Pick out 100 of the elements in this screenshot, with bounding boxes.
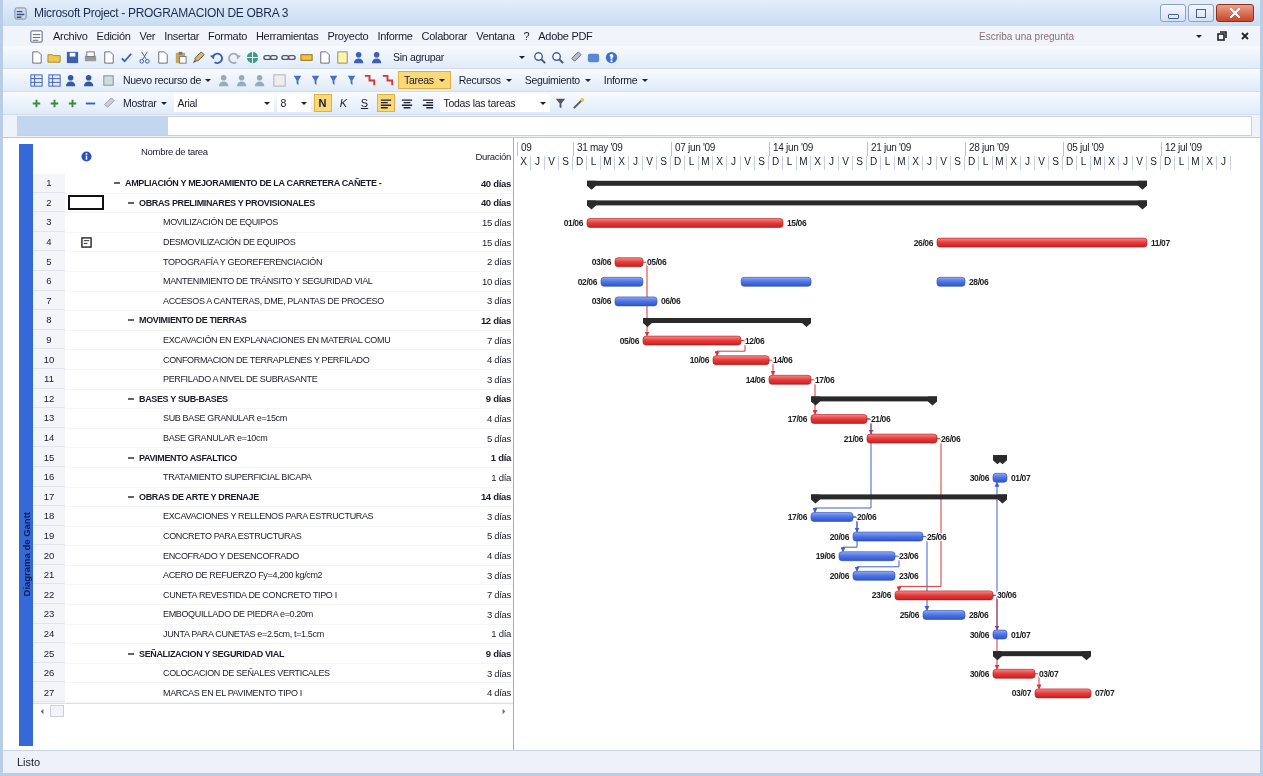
task-bar[interactable] (810, 512, 854, 522)
show-dropdown[interactable]: Mostrar (119, 94, 171, 112)
question-field[interactable]: Escriba una pregunta (977, 28, 1141, 44)
task-bar[interactable] (614, 257, 644, 267)
summary-bar[interactable] (811, 494, 1007, 504)
scroll-thumb[interactable] (50, 705, 64, 718)
table-icon[interactable] (47, 72, 62, 88)
save-icon[interactable] (65, 49, 80, 65)
table-row[interactable]: 10 CONFORMACION DE TERRAPLENES Y PERFILADO 4 días (33, 350, 513, 370)
summary-bar[interactable] (993, 651, 1091, 661)
font-size-dropdown[interactable]: 8 (276, 94, 311, 112)
menu-item[interactable]: Herramientas (255, 30, 319, 42)
wand-icon[interactable] (570, 95, 586, 111)
help-icon[interactable] (604, 49, 619, 65)
column-header[interactable]: Duración (475, 150, 511, 162)
guide-menu-button[interactable]: Tareas (398, 71, 451, 89)
zoom-in-icon[interactable] (532, 49, 547, 65)
task-bar[interactable] (894, 590, 994, 601)
menu-item[interactable]: Informe (377, 30, 413, 42)
table-row[interactable]: 3 MOVILIZACIÓN DE EQUIPOS 15 días (33, 213, 513, 233)
table-row[interactable]: 16 TRATAMIENTO SUPERFICIAL BICAPA 1 día (33, 467, 513, 488)
task-bar[interactable] (838, 551, 896, 561)
task-bar[interactable] (992, 629, 1008, 640)
font-dropdown[interactable]: Arial (173, 94, 274, 112)
table-row[interactable]: 8 MOVIMIENTO DE TIERRAS 12 días (33, 311, 513, 331)
task-bar[interactable] (740, 277, 812, 287)
guide-menu-button[interactable]: Recursos (453, 71, 517, 89)
menu-item[interactable]: Ver (139, 30, 156, 42)
table-row[interactable]: 15 PAVIMENTO ASFALTICO 1 día (33, 448, 513, 468)
document-icon[interactable] (29, 28, 44, 44)
table-row[interactable]: 25 SEÑALIZACION Y SEGURIDAD VIAL 9 días (33, 644, 513, 664)
menu-item[interactable]: Archivo (53, 30, 88, 42)
menu-item[interactable]: Proyecto (327, 30, 369, 42)
table-row[interactable]: 9 EXCAVACIÓN EN EXPLANACIONES EN MATERIAL COMU 7 días (33, 330, 513, 351)
task-bar[interactable] (936, 237, 1148, 248)
task-bar[interactable] (600, 277, 644, 287)
paste-icon[interactable] (173, 49, 188, 65)
italic-button[interactable]: K (334, 94, 353, 112)
table-row[interactable]: 22 CUNETA REVESTIDA DE CONCRETO TIPO I 7 días (33, 585, 513, 606)
summary-bar[interactable] (643, 318, 811, 327)
table-row[interactable]: 13 SUB BASE GRANULAR e=15cm 4 días (33, 409, 513, 429)
new-resource-button[interactable]: Nuevo recurso de (119, 71, 216, 89)
menu-item[interactable]: ? (523, 30, 530, 42)
close-button[interactable] (1216, 4, 1254, 22)
task-bar[interactable] (936, 277, 966, 287)
maximize-button[interactable] (1188, 4, 1214, 22)
menu-item[interactable]: Edición (96, 30, 131, 42)
task-bar[interactable] (614, 296, 658, 307)
guide-menu-button[interactable]: Seguimiento (519, 71, 596, 89)
summary-bar[interactable] (587, 180, 1147, 190)
minimize-button[interactable] (1160, 4, 1186, 22)
entry-field[interactable] (17, 116, 1252, 136)
underline-button[interactable]: S (355, 94, 374, 112)
table-row[interactable]: 11 PERFILADO A NIVEL DE SUBRASANTE 3 días (33, 369, 513, 390)
cut-icon[interactable] (137, 49, 152, 65)
hyperlink-icon[interactable] (245, 49, 260, 65)
task-bar[interactable] (992, 473, 1008, 483)
close-icon[interactable] (1240, 31, 1250, 41)
bold-button[interactable]: N (313, 94, 332, 112)
table-row[interactable]: 5 TOPOGRAFÍA Y GEOREFERENCIACIÓN 2 días (33, 252, 513, 272)
table-row[interactable]: 18 EXCAVACIONES Y RELLENOS PARA ESTRUCTURAS 3 días (33, 507, 513, 527)
zoom-out-icon[interactable] (550, 49, 565, 65)
summary-bar[interactable] (587, 200, 1147, 210)
task-bar[interactable] (922, 610, 966, 620)
table-row[interactable]: 27 MARCAS EN EL PAVIMENTO TIPO I 4 días (33, 683, 513, 704)
task-bar[interactable] (810, 414, 868, 424)
menu-item[interactable]: Formato (208, 30, 247, 42)
task-bar[interactable] (712, 355, 770, 365)
table-row[interactable]: 2 OBRAS PRELIMINARES Y PROVISIONALES 40 días (33, 193, 513, 214)
table-row[interactable]: 14 BASE GRANULAR e=10cm 5 días (33, 428, 513, 449)
menu-item[interactable]: Ventana (476, 30, 515, 42)
table-row[interactable]: 4 DESMOVILIZACIÓN DE EQUIPOS 15 días (33, 232, 513, 253)
menu-item[interactable]: Colaborar (421, 30, 468, 42)
group-dropdown[interactable]: Sin agrupar (389, 48, 529, 66)
task-bar[interactable] (852, 571, 896, 581)
table-row[interactable]: 7 ACCESOS A CANTERAS, DME, PLANTAS DE PROCESO 3 días (33, 291, 513, 312)
task-bar[interactable] (992, 669, 1036, 679)
task-bar[interactable] (642, 335, 742, 346)
filter-dropdown[interactable]: Todas las tareas (439, 94, 550, 112)
task-bar[interactable] (768, 375, 812, 385)
summary-bar[interactable] (993, 455, 1007, 465)
table-row[interactable]: 24 JUNTA PARA CUNETAS e=2.5cm, t=1.5cm 1 día (33, 624, 513, 645)
table-row[interactable]: 12 BASES Y SUB-BASES 9 días (33, 389, 513, 410)
task-bar[interactable] (866, 433, 938, 444)
new-document-icon[interactable] (29, 49, 44, 65)
table-row[interactable]: 26 COLOCACION DE SEÑALES VERTICALES 3 días (33, 663, 513, 684)
align-button[interactable] (376, 94, 395, 112)
task-bar[interactable] (1034, 688, 1092, 699)
restore-icon[interactable] (1217, 31, 1227, 41)
table-row[interactable]: 6 MANTENIMIENTO DE TRÁNSITO Y SEGURIDAD VIAL 10 días (33, 271, 513, 292)
table-row[interactable]: 19 CONCRETO PARA ESTRUCTURAS 5 días (33, 526, 513, 547)
scroll-right-icon[interactable] (500, 707, 507, 715)
menu-item[interactable]: Insertar (164, 30, 200, 42)
table-row[interactable]: 17 OBRAS DE ARTE Y DRENAJE 14 días (33, 487, 513, 508)
column-header[interactable]: Nombre de tarea (141, 146, 208, 157)
task-bar[interactable] (852, 531, 924, 542)
table-row[interactable]: 23 EMBOQUILLADO DE PIEDRA e=0.20m 3 días (33, 605, 513, 625)
scroll-left-icon[interactable] (39, 707, 46, 715)
table-row[interactable]: 1 AMPLIACIÓN Y MEJORAMIENTO DE LA CARRETERA CAÑETE - 40 días (33, 174, 513, 194)
table-row[interactable]: 20 ENCOFRADO Y DESENCOFRADO 4 días (33, 546, 513, 566)
